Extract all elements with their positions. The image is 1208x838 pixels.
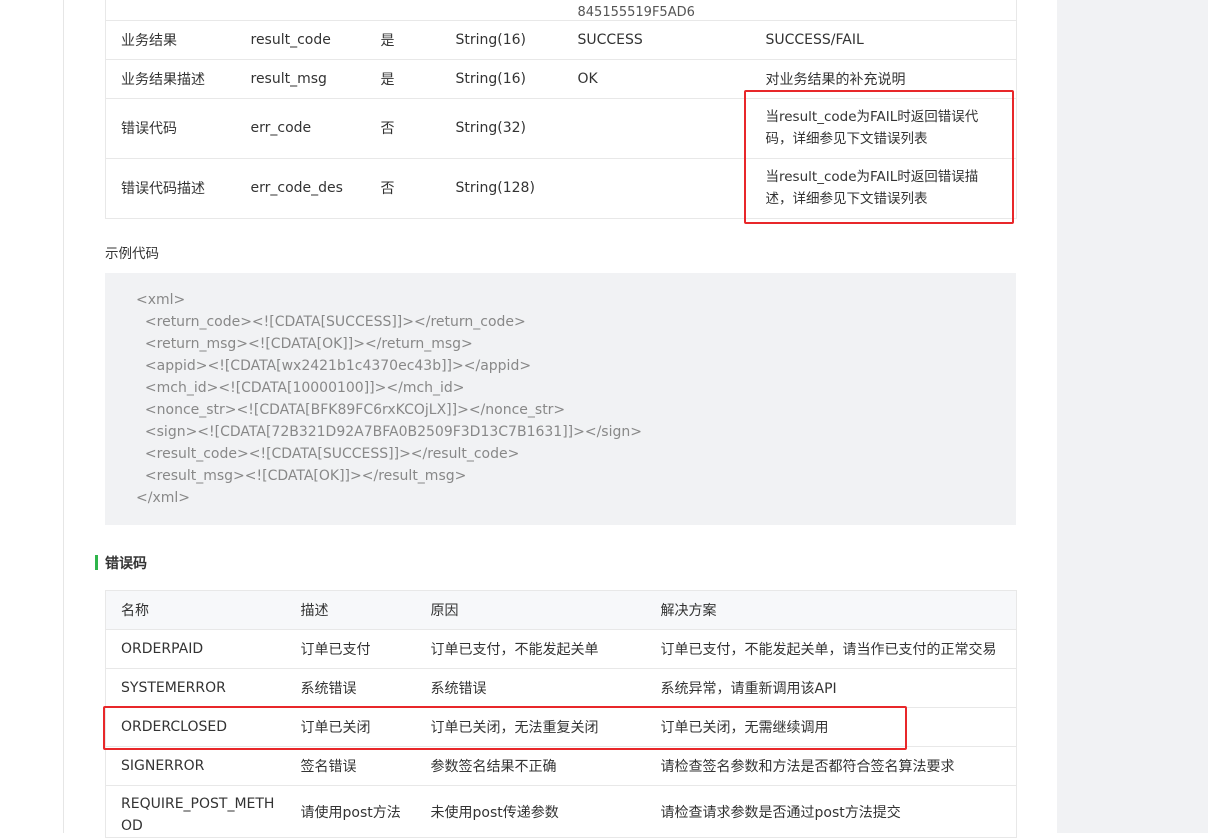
cell-field: result_msg xyxy=(250,70,327,87)
code-line: <return_code><![CDATA[SUCCESS]]></return… xyxy=(136,314,526,330)
cell-reason: 订单已支付，不能发起关单 xyxy=(430,642,599,658)
cell-name: 错误代码描述 xyxy=(121,181,205,197)
code-line: <result_code><![CDATA[SUCCESS]]></result… xyxy=(136,446,520,462)
table-header-row: 名称 描述 原因 解决方案 xyxy=(105,590,1017,630)
cell-desc: 签名错误 xyxy=(300,759,357,775)
code-line: <xml> xyxy=(136,292,186,308)
right-gutter xyxy=(1057,0,1208,833)
page-left-border xyxy=(0,0,64,833)
cell-example xyxy=(563,98,751,158)
cell-desc: 请使用post方法 xyxy=(300,804,401,821)
example-code-block[interactable]: <xml> <return_code><![CDATA[SUCCESS]]></… xyxy=(105,273,1016,525)
cell-code: SYSTEMERROR xyxy=(121,680,226,696)
cell-code: REQUIRE_POST_METHOD xyxy=(121,795,275,834)
cell-reason: 系统错误 xyxy=(430,681,487,697)
cell-type: String(16) xyxy=(455,31,527,48)
cell-desc: SUCCESS/FAIL xyxy=(765,31,864,48)
cell-code: ORDERPAID xyxy=(121,641,204,657)
cell-required: 否 xyxy=(380,181,395,197)
cell-required: 是 xyxy=(380,32,395,49)
header-name: 名称 xyxy=(121,603,149,619)
error-codes-heading: 错误码 xyxy=(105,556,147,572)
cell-reason: 未使用post传递参数 xyxy=(430,804,559,821)
highlight-box-orderclosed xyxy=(103,706,907,750)
cell-field: err_code_des xyxy=(250,180,343,196)
header-solution: 解决方案 xyxy=(660,603,717,619)
cell-type: String(16) xyxy=(455,70,527,87)
code-line: <mch_id><![CDATA[10000100]]></mch_id> xyxy=(136,380,465,396)
cell-reason: 参数签名结果不正确 xyxy=(430,759,557,775)
code-line: </xml> xyxy=(136,490,190,506)
cell-desc: 订单已支付 xyxy=(300,642,371,658)
table-row: 845155519F5AD6 xyxy=(105,0,1017,20)
cell-type: String(32) xyxy=(455,120,527,136)
highlight-box-error-desc xyxy=(744,90,1014,224)
code-line: <return_msg><![CDATA[OK]]></return_msg> xyxy=(136,336,473,352)
cell-solution: 系统异常，请重新调用该API xyxy=(660,681,837,697)
cell-example xyxy=(563,158,751,218)
cell-code: SIGNERROR xyxy=(121,758,205,774)
table-row: REQUIRE_POST_METHOD 请使用post方法 未使用post传递参… xyxy=(105,786,1017,838)
section-accent-bar xyxy=(95,555,98,570)
code-line: <result_msg><![CDATA[OK]]></result_msg> xyxy=(136,468,467,484)
table-row: SYSTEMERROR 系统错误 系统错误 系统异常，请重新调用该API xyxy=(105,669,1017,708)
cell-name: 业务结果 xyxy=(121,32,177,49)
cell-solution: 请检查签名参数和方法是否都符合签名算法要求 xyxy=(660,759,955,775)
cell-solution: 订单已支付，不能发起关单，请当作已支付的正常交易 xyxy=(660,642,997,658)
cell-desc: 系统错误 xyxy=(300,681,357,697)
table-row: ORDERPAID 订单已支付 订单已支付，不能发起关单 订单已支付，不能发起关… xyxy=(105,630,1017,669)
header-reason: 原因 xyxy=(430,603,459,619)
cell-required: 否 xyxy=(380,121,395,137)
cell-example: SUCCESS xyxy=(577,31,643,48)
example-code-label: 示例代码 xyxy=(105,246,159,262)
cell-example: 845155519F5AD6 xyxy=(577,4,695,20)
cell-required: 是 xyxy=(380,71,395,88)
header-desc: 描述 xyxy=(300,603,329,619)
cell-name: 业务结果描述 xyxy=(121,71,205,88)
cell-example: OK xyxy=(577,70,598,87)
cell-name: 错误代码 xyxy=(121,121,177,137)
cell-type: String(128) xyxy=(455,180,535,196)
table-row: 业务结果 result_code 是 String(16) SUCCESS SU… xyxy=(105,20,1017,59)
code-line: <appid><![CDATA[wx2421b1c4370ec43b]]></a… xyxy=(136,358,532,374)
cell-field: result_code xyxy=(250,31,331,48)
table-row: SIGNERROR 签名错误 参数签名结果不正确 请检查签名参数和方法是否都符合… xyxy=(105,747,1017,786)
cell-solution: 请检查请求参数是否通过post方法提交 xyxy=(660,804,901,821)
cell-field: err_code xyxy=(250,120,312,136)
code-line: <sign><![CDATA[72B321D92A7BFA0B2509F3D13… xyxy=(136,424,642,440)
code-line: <nonce_str><![CDATA[BFK89FC6rxKCOjLX]]><… xyxy=(136,402,566,418)
